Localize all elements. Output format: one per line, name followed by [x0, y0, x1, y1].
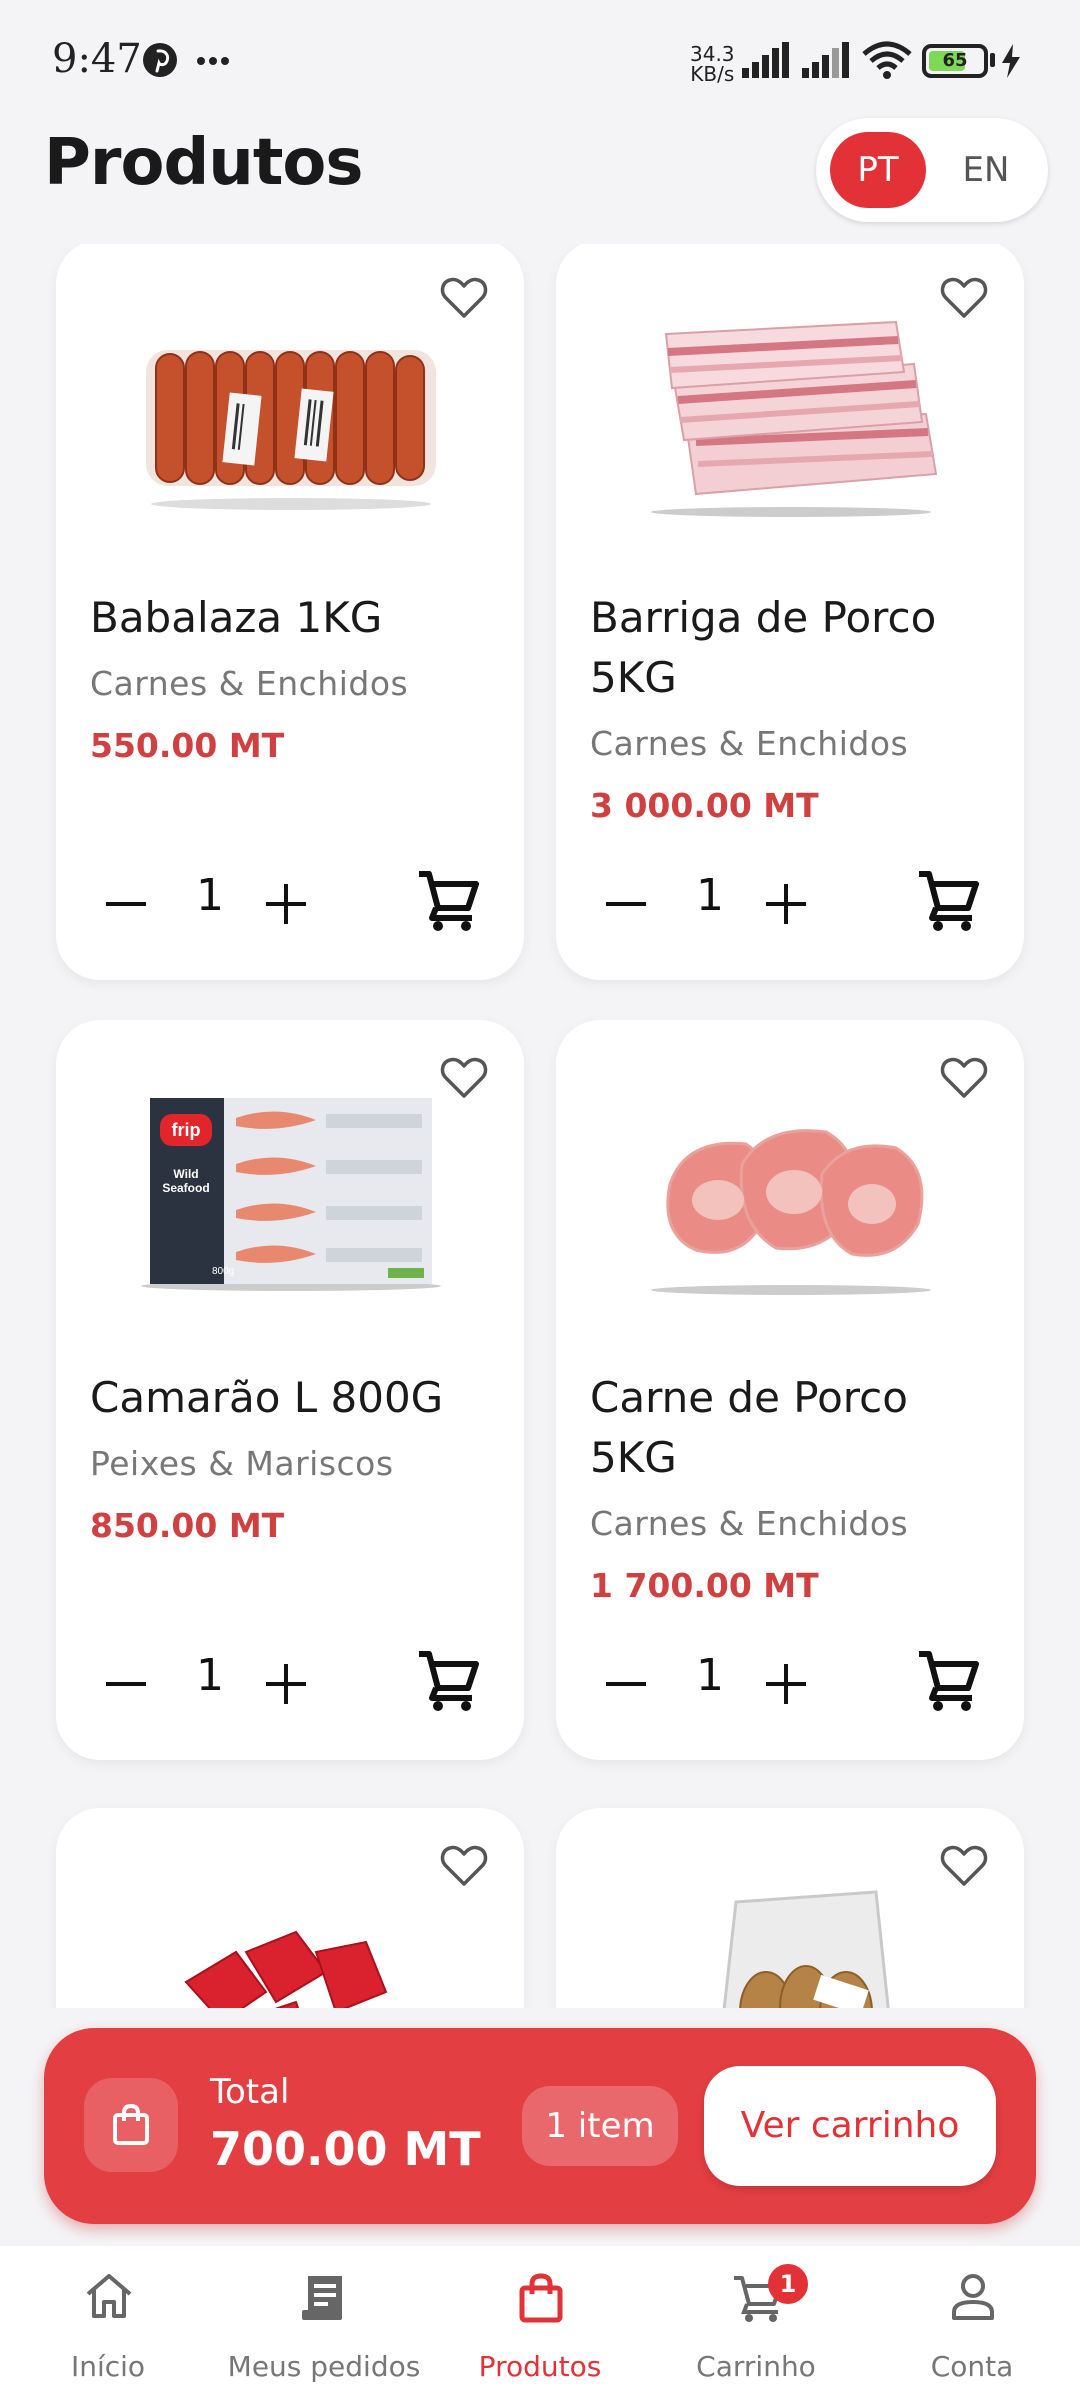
add-to-cart-icon[interactable] — [416, 1648, 482, 1714]
shrimp-box-weight: 800g — [212, 1266, 234, 1277]
shrimp-box-brand: frip — [172, 1120, 201, 1140]
product-image-pork-belly — [651, 320, 938, 517]
language-en-button[interactable]: EN — [938, 132, 1034, 208]
person-icon — [952, 2274, 994, 2320]
status-bar: 9:47 34.3 KB/s 65 — [0, 0, 1080, 120]
language-pt-button[interactable]: PT — [830, 132, 926, 208]
nav-label: Início — [70, 2350, 146, 2383]
cart-badge: 1 — [768, 2264, 808, 2304]
decrease-quantity-button[interactable] — [602, 880, 650, 928]
page-title: Produtos — [44, 126, 363, 200]
nav-produtos[interactable]: Produtos — [432, 2246, 648, 2400]
product-image-shrimp-box: frip Wild Seafood 800g — [141, 1098, 441, 1291]
total-amount: 700.00 MT — [210, 2122, 481, 2176]
bag-icon-container — [84, 2078, 178, 2172]
product-card[interactable]: Carne de Porco 5KG Carnes & Enchidos 1 7… — [556, 1020, 1024, 1760]
charging-icon — [1002, 44, 1020, 78]
more-icon — [197, 57, 229, 65]
product-image-beef-cubes — [184, 1930, 388, 2008]
product-image-vacuum-pack — [722, 1890, 890, 2008]
quantity-value: 1 — [696, 1650, 724, 1701]
nav-label: Produtos — [478, 2350, 602, 2383]
product-name: Carne de Porco 5KG — [590, 1373, 908, 1482]
shopping-bag-icon — [519, 2273, 563, 2323]
product-category: Carnes & Enchidos — [590, 1504, 909, 1543]
total-label: Total — [210, 2072, 290, 2112]
battery-tip — [990, 53, 995, 67]
status-time: 9:47 — [52, 36, 142, 82]
network-speed: 34.3 KB/s — [690, 42, 735, 86]
wifi-icon — [862, 41, 912, 79]
home-icon — [86, 2274, 132, 2318]
product-category: Carnes & Enchidos — [590, 724, 909, 763]
product-category: Carnes & Enchidos — [90, 664, 409, 703]
quantity-value: 1 — [196, 1650, 224, 1701]
product-image-pork-chops — [651, 1129, 931, 1295]
product-card[interactable] — [56, 1808, 524, 2008]
nav-conta[interactable]: Conta — [864, 2246, 1080, 2400]
view-cart-button[interactable]: Ver carrinho — [704, 2066, 996, 2186]
increase-quantity-button[interactable] — [262, 1660, 310, 1708]
product-price: 3 000.00 MT — [590, 786, 819, 825]
product-price: 550.00 MT — [90, 726, 285, 765]
bottom-navigation: Início Meus pedidos Produtos 1 Carrinho — [0, 2246, 1080, 2400]
receipt-icon — [302, 2276, 342, 2320]
product-card[interactable]: Babalaza 1KG Carnes & Enchidos 550.00 MT… — [56, 244, 524, 980]
quantity-value: 1 — [196, 870, 224, 921]
pinterest-icon — [143, 43, 177, 77]
battery-icon: 65 — [922, 44, 988, 78]
item-count-badge: 1 item — [522, 2086, 678, 2166]
nav-label: Meus pedidos — [227, 2350, 421, 2383]
product-image-sausages — [146, 350, 436, 510]
add-to-cart-icon[interactable] — [916, 868, 982, 934]
signal-2-icon — [802, 42, 849, 78]
product-card[interactable]: frip Wild Seafood 800g Camarão L 800G Pe… — [56, 1020, 524, 1760]
product-name: Barriga de Porco 5KG — [590, 593, 937, 702]
shrimp-box-line2: Seafood — [162, 1181, 209, 1195]
shopping-bag-icon — [113, 2103, 149, 2145]
shrimp-box-line1: Wild — [173, 1167, 198, 1181]
product-price: 1 700.00 MT — [590, 1566, 819, 1605]
nav-meus-pedidos[interactable]: Meus pedidos — [216, 2246, 432, 2400]
decrease-quantity-button[interactable] — [602, 1660, 650, 1708]
product-name: Camarão L 800G — [90, 1373, 444, 1422]
cart-summary-bar: Total 700.00 MT 1 item Ver carrinho — [44, 2028, 1036, 2224]
add-to-cart-icon[interactable] — [916, 1648, 982, 1714]
nav-inicio[interactable]: Início — [0, 2246, 216, 2400]
decrease-quantity-button[interactable] — [102, 880, 150, 928]
product-card[interactable]: Barriga de Porco 5KG Carnes & Enchidos 3… — [556, 244, 1024, 980]
increase-quantity-button[interactable] — [762, 880, 810, 928]
quantity-value: 1 — [696, 870, 724, 921]
nav-label: Conta — [930, 2350, 1014, 2383]
product-category: Peixes & Mariscos — [90, 1444, 394, 1483]
product-card[interactable] — [556, 1808, 1024, 2008]
increase-quantity-button[interactable] — [762, 1660, 810, 1708]
product-grid[interactable]: Babalaza 1KG Carnes & Enchidos 550.00 MT… — [0, 244, 1080, 2008]
increase-quantity-button[interactable] — [262, 880, 310, 928]
product-price: 850.00 MT — [90, 1506, 285, 1545]
add-to-cart-icon[interactable] — [416, 868, 482, 934]
decrease-quantity-button[interactable] — [102, 1660, 150, 1708]
product-name: Babalaza 1KG — [90, 593, 383, 642]
signal-icon — [742, 42, 789, 78]
language-switch: PT EN — [816, 118, 1048, 222]
nav-carrinho[interactable]: 1 Carrinho — [648, 2246, 864, 2400]
nav-label: Carrinho — [696, 2350, 816, 2383]
